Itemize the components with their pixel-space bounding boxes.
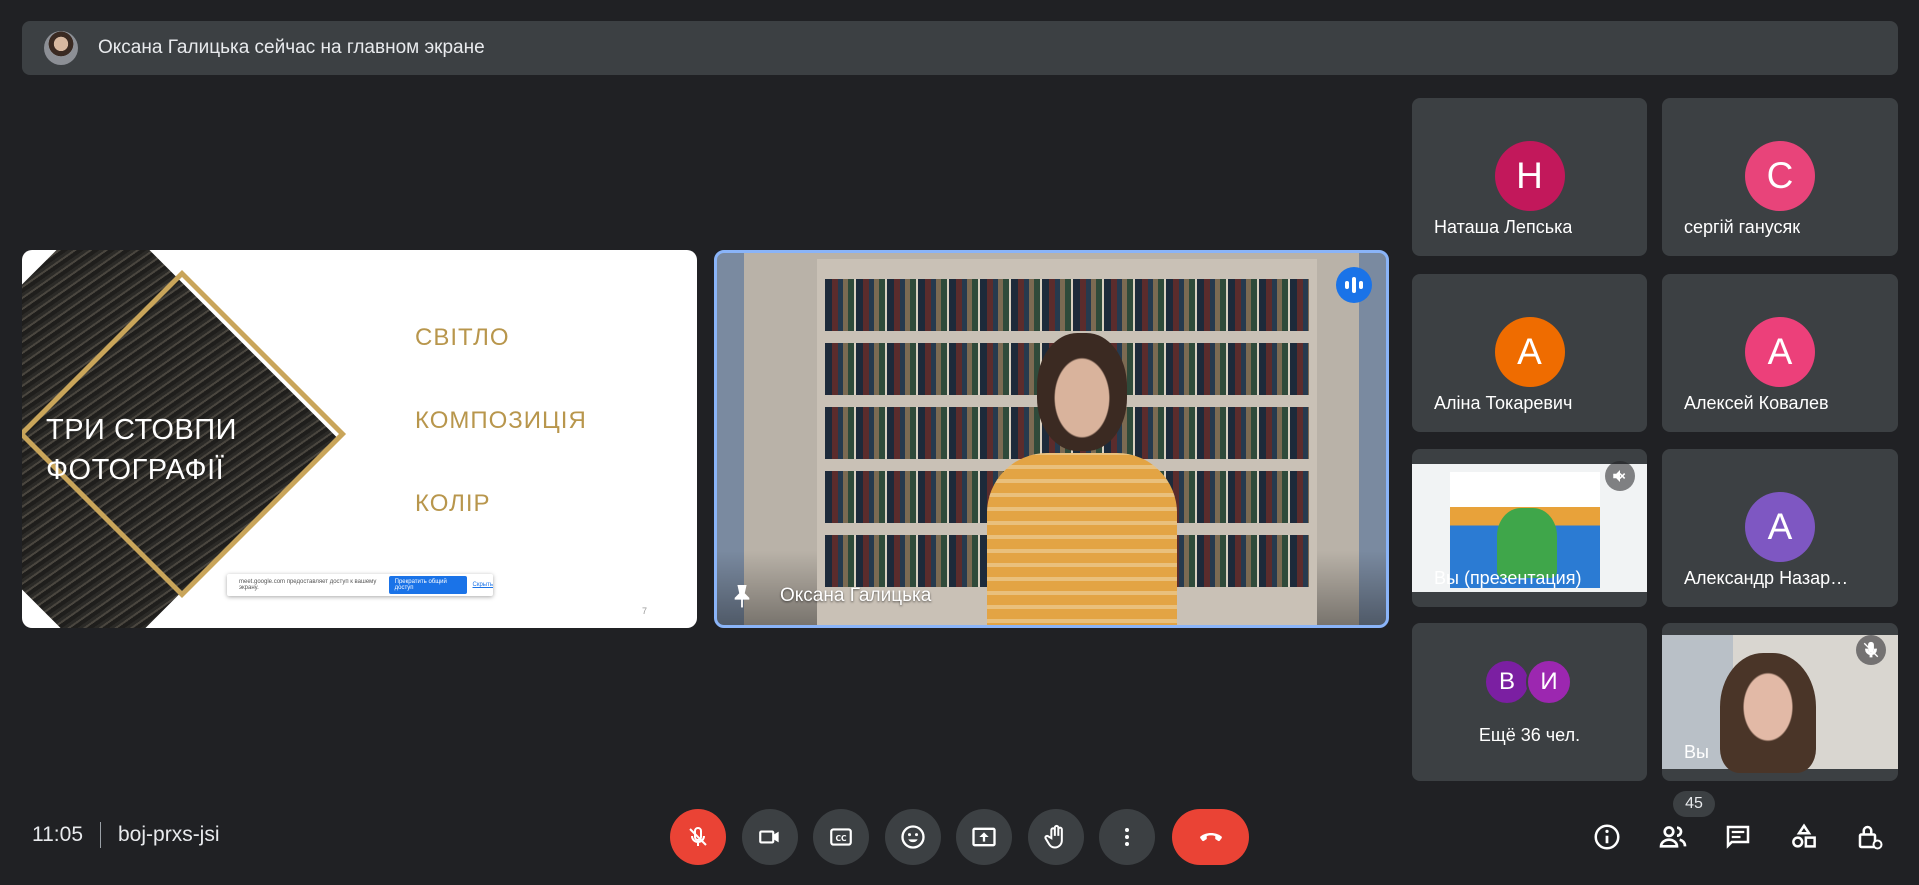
captions-button[interactable]: CC [813,809,869,865]
info-icon [1594,824,1620,850]
participant-name: Вы (презентация) [1434,568,1582,588]
hand-icon [1044,825,1063,849]
mic-off-icon [1856,635,1886,665]
mic-toggle-button[interactable] [670,809,726,865]
participant-avatar: Н [1494,141,1565,211]
camera-icon [759,830,779,844]
self-video-tile[interactable]: Вы [1662,623,1898,781]
divider [100,822,101,848]
stop-sharing-button[interactable]: Прекратить общий доступ [388,576,467,594]
slide-page-number: 7 [641,606,647,616]
raise-hand-button[interactable] [1028,809,1084,865]
participant-tile[interactable]: Н Наташа Лепська [1412,98,1647,256]
more-options-button[interactable] [1099,809,1155,865]
hide-notice-link[interactable]: Скрыть [473,582,493,588]
share-notice-bar: meet.google.com предоставляет доступ к в… [227,574,493,596]
participant-name: Алексей Ковалев [1684,393,1829,413]
more-icon [1125,828,1129,846]
activities-button[interactable] [1782,815,1826,859]
participant-avatar: А [1745,492,1815,562]
reactions-button[interactable] [885,809,941,865]
host-controls-icon [1858,825,1883,850]
self-name: Вы [1684,742,1709,762]
leave-call-button[interactable] [1172,809,1249,865]
participant-name: Наташа Лепська [1434,217,1573,237]
activities-icon [1792,823,1816,848]
participant-avatar: А [1745,317,1815,387]
presenter-avatar [44,31,78,65]
slide-title: ТРИ СТОВПИ ФОТОГРАФІЇ [46,414,237,486]
participant-name: Аліна Токаревич [1434,393,1573,413]
participant-name: Александр Назар… [1684,568,1849,588]
end-call-icon [1199,833,1222,842]
camera-toggle-button[interactable] [742,809,798,865]
participant-count-badge: 45 [1673,791,1715,817]
participant-tile[interactable]: А Аліна Токаревич [1412,274,1647,432]
speaking-indicator-icon [1336,267,1372,303]
speaker-video-tile[interactable]: Оксана Галицька [714,250,1389,628]
slide-item-color: КОЛІР [415,490,491,517]
speaker-name: Оксана Галицька [780,585,932,606]
participant-avatar: С [1745,141,1815,211]
people-icon [1659,826,1687,848]
presenting-banner: Оксана Галицька сейчас на главном экране [22,21,1898,75]
more-avatar: И [1526,659,1572,705]
mic-off-icon [689,827,707,846]
pin-icon[interactable] [731,583,753,609]
more-count-text: Ещё 36 чел. [1478,725,1581,745]
slide-item-composition: КОМПОЗИЦІЯ [415,407,587,434]
presentation-tile[interactable]: ТРИ СТОВПИ ФОТОГРАФІЇ СВІТЛО КОМПОЗИЦІЯ … [22,250,697,628]
chat-button[interactable] [1716,815,1760,859]
participant-tile[interactable]: А Александр Назар… [1662,449,1898,607]
present-icon [972,827,996,847]
chat-icon [1726,825,1750,849]
banner-text: Оксана Галицька сейчас на главном экране [98,37,485,58]
meeting-details-button[interactable] [1585,815,1629,859]
participant-avatar: А [1494,317,1565,387]
host-controls-button[interactable] [1848,815,1892,859]
captions-icon: CC [830,828,852,846]
share-notice-text: meet.google.com предоставляет доступ к в… [239,579,377,591]
participant-name: сергій ганусяк [1684,217,1801,237]
self-presentation-tile[interactable]: Вы (презентация) [1412,449,1647,607]
clock: 11:05 [32,823,83,846]
present-button[interactable] [956,809,1012,865]
people-button[interactable] [1651,815,1695,859]
participant-tile[interactable]: С сергій ганусяк [1662,98,1898,256]
meet-window: Оксана Галицька сейчас на главном экране… [0,0,1919,885]
slide-item-light: СВІТЛО [415,324,510,351]
speaker-person [987,333,1177,625]
participant-tile[interactable]: А Алексей Ковалев [1662,274,1898,432]
svg-text:CC: CC [835,834,847,843]
emoji-icon [901,825,925,849]
more-participants-tile[interactable]: В И Ещё 36 чел. [1412,623,1647,781]
muted-icon [1605,461,1635,491]
meeting-code: boj-prxs-jsi [118,823,220,846]
more-avatar: В [1484,659,1530,705]
